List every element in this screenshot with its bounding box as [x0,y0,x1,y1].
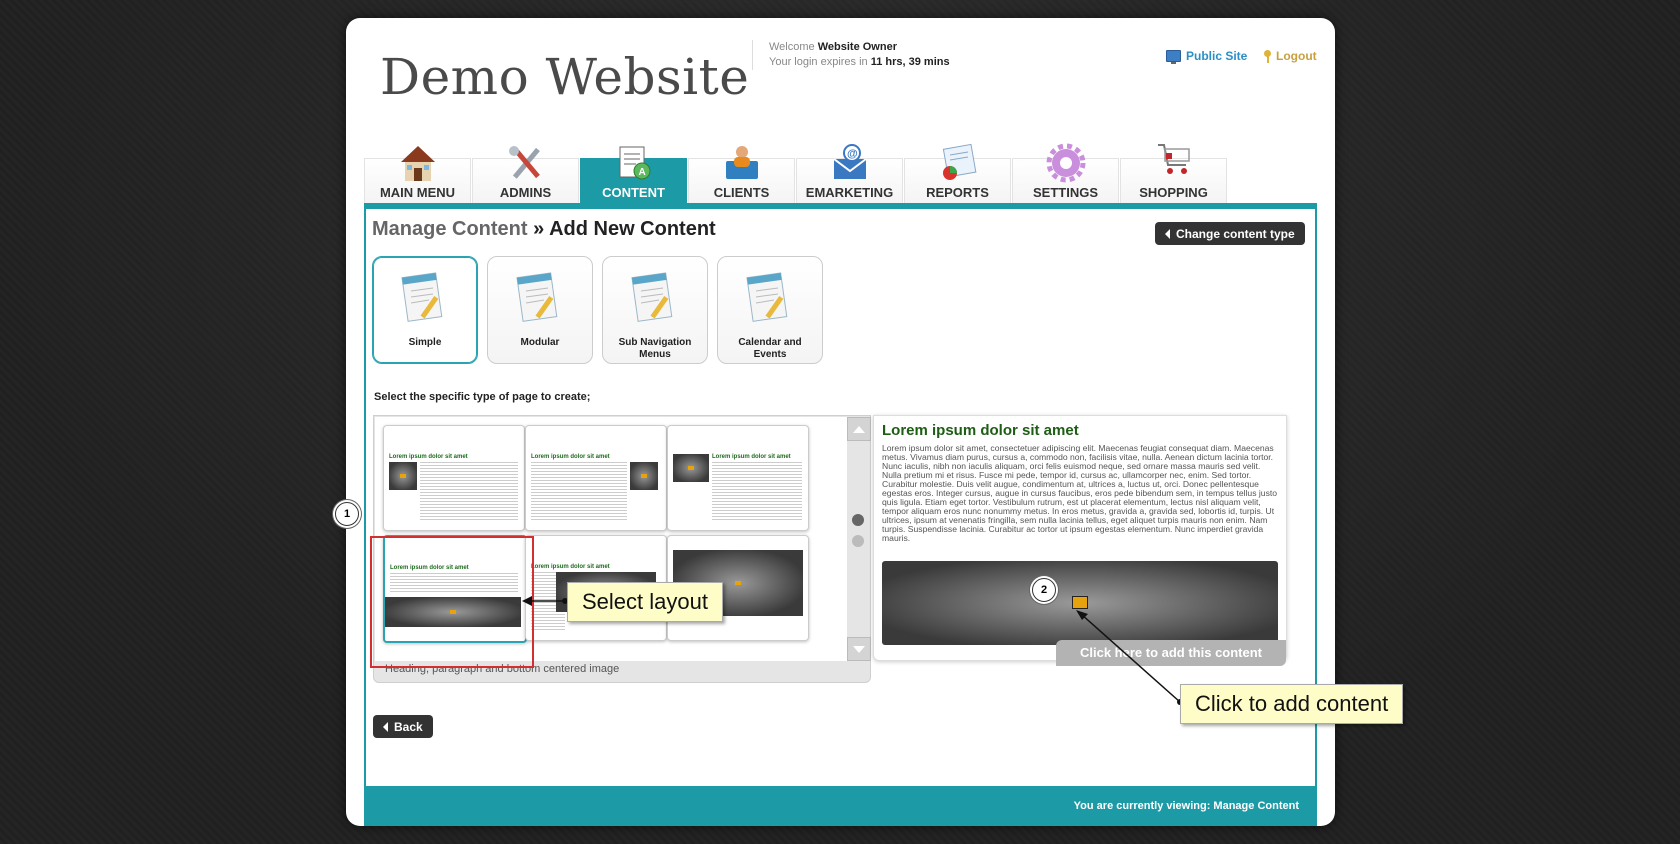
tab-label: CONTENT [602,185,665,200]
public-site-label: Public Site [1186,49,1248,63]
content-type-calendar[interactable]: Calendar and Events [717,256,823,364]
document-pencil-icon [746,272,788,322]
breadcrumb-current: Add New Content [549,218,716,240]
page-dot-2[interactable] [852,535,864,547]
arrow-down-icon [853,645,865,653]
key-icon [1264,49,1271,63]
callout-click-to-add: Click to add content [1180,684,1404,724]
page-dot-1[interactable] [852,514,864,526]
thumb-heading: Lorem ipsum dolor sit amet [712,454,791,460]
footer-status: You are currently viewing: Manage Conten… [364,786,1317,826]
document-pencil-icon [631,272,673,322]
content-type-modular[interactable]: Modular [487,256,593,364]
scroll-up-button[interactable] [847,417,871,441]
svg-text:@: @ [847,148,858,160]
login-expiry-label: Your login expires in [769,56,868,68]
step-marker-1: 1 [335,502,359,526]
tab-admins[interactable]: ADMINS [472,146,579,203]
document-pencil-icon [516,272,558,322]
breadcrumb-parent[interactable]: Manage Content [372,218,528,240]
report-chart-icon [942,143,976,180]
welcome-label: Welcome [769,41,815,53]
logout-label: Logout [1276,49,1317,63]
back-label: Back [394,719,423,734]
tab-label: SETTINGS [1032,185,1098,200]
tab-settings[interactable]: SETTINGS [1012,143,1119,203]
arrow-up-icon [853,425,865,433]
public-site-link[interactable]: Public Site [1166,49,1248,64]
document-pencil-icon [401,272,443,322]
tab-label: EMARKETING [805,185,894,200]
chevron-left-icon [1165,228,1170,239]
chevron-left-icon [383,721,388,732]
thumb-image [389,462,417,490]
preview-heading: Lorem ipsum dolor sit amet [882,422,1079,439]
layout-thumb-left-image-top[interactable]: Lorem ipsum dolor sit amet [667,425,809,531]
layout-thumb-right-image[interactable]: Lorem ipsum dolor sit amet [525,425,667,531]
tab-label: CLIENTS [713,185,770,200]
document-icon: A [619,146,650,180]
logout-link[interactable]: Logout [1264,49,1317,63]
main-nav: MAIN MENU ADMINS A CONTENT CLIENTS @ EMA… [364,143,1228,203]
content-type-list: Simple Modular Sub Navigation Menus Cale… [372,256,823,364]
back-button[interactable]: Back [373,715,433,738]
thumb-text [531,462,627,520]
change-content-type-label: Change content type [1176,226,1295,241]
thumb-text [420,462,518,520]
tab-main-menu[interactable]: MAIN MENU [364,146,471,203]
layout-thumb-left-image[interactable]: Lorem ipsum dolor sit amet [383,425,525,531]
tools-icon [508,146,540,179]
monitor-icon [1166,50,1181,64]
svg-text:A: A [638,167,645,178]
house-icon [400,146,435,181]
add-content-button[interactable]: Click here to add this content [1056,640,1286,666]
tab-label: SHOPPING [1139,185,1208,200]
thumb-image [673,454,709,482]
tab-emarketing[interactable]: @ EMARKETING [796,144,903,203]
breadcrumb-separator: » [527,218,550,240]
content-type-label: Calendar and Events [738,337,802,360]
content-type-label: Modular [520,337,560,348]
tab-clients[interactable]: CLIENTS [688,146,795,203]
site-logo: Demo Website [380,48,750,106]
person-folder-icon [725,146,758,179]
welcome-panel: Welcome Website Owner Your login expires… [752,40,950,70]
email-icon: @ [832,144,867,179]
change-content-type-button[interactable]: Change content type [1155,222,1305,245]
layout-scrollbar [847,417,871,661]
image-placeholder-icon [1072,596,1088,609]
content-type-sub-navigation[interactable]: Sub Navigation Menus [602,256,708,364]
tab-label: MAIN MENU [379,185,456,200]
tab-reports[interactable]: REPORTS [904,143,1011,203]
preview-body: Lorem ipsum dolor sit amet, consectetuer… [882,443,1278,543]
content-type-label: Simple [408,337,442,348]
cart-icon [1157,144,1190,174]
layout-highlight-box [370,536,534,668]
callout-select-layout: Select layout [567,582,723,622]
layout-preview: Lorem ipsum dolor sit amet Lorem ipsum d… [873,415,1287,666]
content-type-simple[interactable]: Simple [372,256,478,364]
tab-label: REPORTS [926,185,989,200]
preview-image [882,561,1278,645]
page-title: Manage Content » Add New Content [372,218,716,241]
thumb-heading: Lorem ipsum dolor sit amet [531,454,610,460]
user-name: Website Owner [817,41,897,53]
thumb-text [712,462,802,520]
content-type-label: Sub Navigation Menus [618,337,692,360]
tab-content[interactable]: A CONTENT [580,146,687,203]
thumb-heading: Lorem ipsum dolor sit amet [389,454,468,460]
thumb-image [630,462,658,490]
select-prompt: Select the specific type of page to crea… [374,391,591,403]
scroll-down-button[interactable] [847,637,871,661]
thumb-heading: Lorem ipsum dolor sit amet [531,564,610,570]
step-marker-2: 2 [1032,578,1056,602]
tab-shopping[interactable]: SHOPPING [1120,144,1227,203]
gear-icon [1046,143,1085,183]
login-expiry-value: 11 hrs, 39 mins [870,56,950,68]
tab-label: ADMINS [499,185,552,200]
